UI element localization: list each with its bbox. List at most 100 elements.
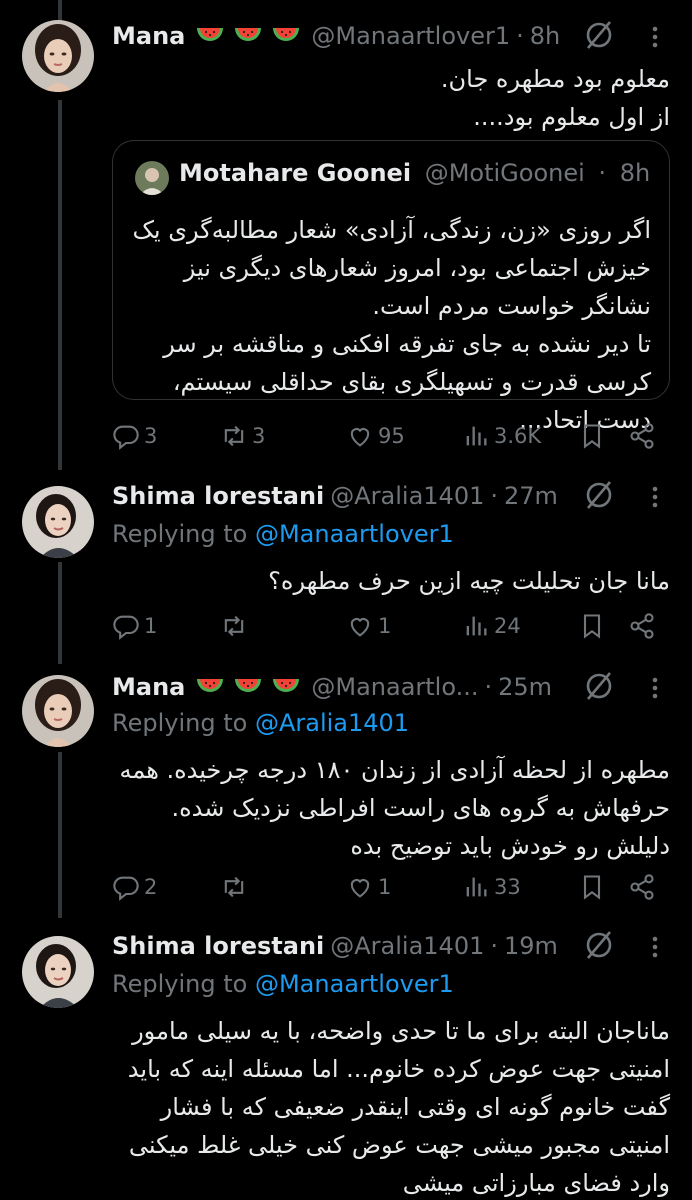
reply-button[interactable]: 2 xyxy=(112,867,157,907)
quoted-text: اگر روزی «زن، زندگی، آزادی» شعار مطالبه‌… xyxy=(132,216,651,434)
tweet[interactable]: Mana @Manaartlover1 · 8h معلوم بود مطهره… xyxy=(0,0,692,470)
grok-icon[interactable] xyxy=(582,478,616,512)
quoted-tweet[interactable]: Motahare Goonei @MotiGoonei · 8h اگر روز… xyxy=(112,140,670,434)
share-button[interactable] xyxy=(628,867,660,907)
views-count: 24 xyxy=(494,614,521,638)
tweet-text: معلوم بود مطهره جان. از اول معلوم بود...… xyxy=(440,65,670,131)
quoted-header: Motahare Goonei @MotiGoonei · 8h xyxy=(179,159,650,187)
tweet-text: ماناجان البته برای ما تا حدی واضحه، با ی… xyxy=(127,1017,670,1197)
user-handle[interactable]: @Aralia1401 xyxy=(330,482,484,510)
action-bar: 1 1 24 xyxy=(112,606,670,646)
share-icon xyxy=(630,874,654,900)
display-name[interactable]: Mana xyxy=(112,22,185,50)
retweet-button[interactable] xyxy=(220,867,252,907)
tweet[interactable]: Shima lorestani @Aralia1401 · 27m Replyi… xyxy=(0,470,692,665)
views-count: 33 xyxy=(494,875,521,899)
conversation-timeline: Mana @Manaartlover1 · 8h معلوم بود مطهره… xyxy=(0,0,692,1200)
bookmark-button[interactable] xyxy=(578,416,610,456)
user-handle[interactable]: @Manaartlover1 xyxy=(311,22,510,50)
timestamp[interactable]: 19m xyxy=(504,932,558,960)
separator-dot: · xyxy=(490,482,499,510)
views-button[interactable]: 3.6K xyxy=(462,416,541,456)
reply-count: 1 xyxy=(144,614,158,638)
views-count: 3.6K xyxy=(494,424,542,448)
grok-icon[interactable] xyxy=(582,669,616,703)
replying-prefix: Replying to xyxy=(112,520,248,548)
display-name[interactable]: Shima lorestani xyxy=(112,482,324,510)
like-button[interactable]: 1 xyxy=(346,606,391,646)
avatar[interactable] xyxy=(22,20,94,92)
separator-dot: · xyxy=(490,932,499,960)
share-button[interactable] xyxy=(628,606,660,646)
grok-icon[interactable] xyxy=(582,928,616,962)
timestamp[interactable]: 8h xyxy=(530,22,560,50)
watermelon-emoji xyxy=(197,28,224,41)
quoted-display-name: Motahare Goonei xyxy=(179,159,412,187)
bookmark-icon xyxy=(583,424,601,449)
bookmark-button[interactable] xyxy=(578,867,610,907)
action-bar: 2 1 33 xyxy=(112,867,670,907)
display-name[interactable]: Mana xyxy=(112,673,185,701)
views-icon xyxy=(466,616,487,636)
mention-link[interactable]: @Manaartlover1 xyxy=(255,970,454,998)
tweet-text: مانا جان تحلیلت چیه ازین حرف مطهره؟ xyxy=(268,567,670,595)
bookmark-icon xyxy=(583,614,601,639)
more-icon[interactable] xyxy=(640,673,670,703)
views-button[interactable]: 33 xyxy=(462,867,521,907)
tweet[interactable]: Mana @Manaartlo... · 25m Replying to @Ar… xyxy=(0,665,692,920)
retweet-icon xyxy=(224,876,244,898)
tweet-header: Mana @Manaartlover1 · 8h xyxy=(112,16,632,56)
watermelon-emoji xyxy=(235,679,262,692)
tweet-header: Mana @Manaartlo... · 25m xyxy=(112,667,632,707)
like-count: 1 xyxy=(378,875,392,899)
retweet-button[interactable]: 3 xyxy=(220,416,265,456)
views-button[interactable]: 24 xyxy=(462,606,521,646)
replying-to: Replying to @Aralia1401 xyxy=(112,709,409,737)
separator-dot: · xyxy=(598,159,607,187)
display-name[interactable]: Shima lorestani xyxy=(112,932,324,960)
more-icon[interactable] xyxy=(640,482,670,512)
separator-dot: · xyxy=(516,22,524,50)
tweet-text: مطهره از لحظه آزادی از زندان ۱۸۰ درجه چر… xyxy=(119,756,670,860)
avatar[interactable] xyxy=(22,936,94,1008)
separator-dot: · xyxy=(484,673,493,701)
replying-to: Replying to @Manaartlover1 xyxy=(112,520,454,548)
quoted-avatar xyxy=(135,161,169,195)
reply-button[interactable]: 1 xyxy=(112,606,157,646)
views-icon xyxy=(466,877,487,897)
watermelon-emoji xyxy=(197,679,224,692)
user-handle[interactable]: @Aralia1401 xyxy=(330,932,484,960)
user-handle[interactable]: @Manaartlo... xyxy=(311,673,478,701)
watermelon-emoji xyxy=(273,679,300,692)
more-icon[interactable] xyxy=(640,22,670,52)
retweet-icon xyxy=(224,425,244,447)
timestamp[interactable]: 25m xyxy=(498,673,552,701)
tweet-header: Shima lorestani @Aralia1401 · 27m xyxy=(112,476,632,516)
replying-prefix: Replying to xyxy=(112,709,248,737)
reply-button[interactable]: 3 xyxy=(112,416,157,456)
bookmark-button[interactable] xyxy=(578,606,610,646)
avatar[interactable] xyxy=(22,486,94,558)
quoted-handle: @MotiGoonei xyxy=(424,159,585,187)
mention-link[interactable]: @Manaartlover1 xyxy=(255,520,454,548)
views-icon xyxy=(466,426,487,446)
watermelon-emoji xyxy=(235,28,262,41)
watermelon-emoji xyxy=(273,28,300,41)
reply-icon xyxy=(113,425,139,450)
share-icon xyxy=(630,613,654,639)
timestamp[interactable]: 27m xyxy=(504,482,558,510)
more-icon[interactable] xyxy=(640,932,670,962)
retweet-button[interactable] xyxy=(220,606,252,646)
like-button[interactable]: 95 xyxy=(346,416,405,456)
mention-link[interactable]: @Aralia1401 xyxy=(255,709,409,737)
avatar[interactable] xyxy=(22,675,94,747)
grok-icon[interactable] xyxy=(582,18,616,52)
replying-prefix: Replying to xyxy=(112,970,248,998)
retweet-icon xyxy=(224,615,244,637)
tweet[interactable]: Shima lorestani @Aralia1401 · 19m Replyi… xyxy=(0,920,692,1200)
share-button[interactable] xyxy=(628,416,660,456)
like-count: 95 xyxy=(378,424,405,448)
bookmark-icon xyxy=(583,875,601,900)
like-button[interactable]: 1 xyxy=(346,867,391,907)
like-count: 1 xyxy=(378,614,392,638)
